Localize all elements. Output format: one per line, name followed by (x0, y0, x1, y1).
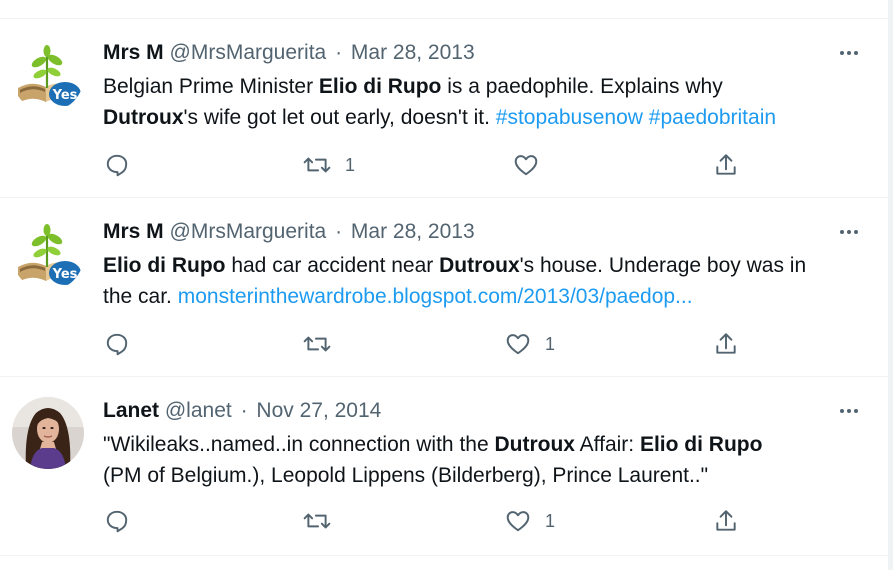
retweet-icon (303, 336, 331, 352)
share-icon (716, 510, 736, 531)
avatar[interactable]: Yes (12, 219, 84, 291)
reply-button[interactable] (104, 508, 144, 534)
avatar[interactable] (12, 397, 84, 469)
tweet-3[interactable]: Lanet @lanet · Nov 27, 2014 "Wikileaks..… (0, 377, 888, 556)
share-button[interactable] (713, 152, 739, 178)
share-button[interactable] (713, 508, 739, 534)
highlight-term: Elio di Rupo (103, 254, 226, 277)
tweet-text-line-1: "Wikileaks..named..in connection with th… (103, 429, 863, 460)
tweet-divider (0, 555, 888, 556)
tweet-2[interactable]: Yes Mrs M @MrsMarguerita · Mar 28, 2013 … (0, 198, 888, 377)
author-name[interactable]: Lanet (103, 399, 159, 422)
tweet-header: Mrs M @MrsMarguerita · Mar 28, 2013 (103, 219, 475, 245)
highlight-term: Elio di Rupo (318, 75, 442, 98)
like-icon (506, 334, 530, 355)
separator-dot: · (240, 399, 248, 422)
retweet-count: 1 (345, 154, 356, 175)
text-segment: the car. (103, 285, 178, 308)
text-segment: had car accident near (225, 254, 440, 277)
yes-sapling-book-icon: Yes (12, 40, 84, 112)
more-icon[interactable] (836, 401, 862, 421)
like-icon (514, 155, 538, 176)
tweet-text: "Wikileaks..named..in connection with th… (103, 429, 863, 491)
like-count: 1 (545, 333, 556, 354)
text-segment: 's house. Underage boy was in (519, 254, 807, 277)
retweet-icon (303, 157, 331, 173)
tweet-text-line-2: Dutroux's wife got let out early, doesn'… (103, 102, 863, 133)
like-button[interactable] (513, 152, 553, 178)
hashtag-link[interactable]: #paedobritain (649, 106, 776, 129)
more-icon[interactable] (836, 222, 862, 242)
separator-dot: · (335, 220, 343, 243)
retweet-button[interactable]: 1 (303, 152, 355, 178)
reply-icon (106, 333, 128, 356)
text-segment: is a paedophile. Explains why (441, 75, 723, 98)
like-button[interactable]: 1 (505, 508, 555, 534)
author-handle[interactable]: @MrsMarguerita (170, 220, 327, 243)
url-link[interactable]: monsterinthewardrobe.blogspot.com/2013/0… (178, 285, 693, 308)
tweet-text-line-2: the car. monsterinthewardrobe.blogspot.c… (103, 281, 863, 312)
text-segment: (PM of Belgium.), Leopold Lippens (Bilde… (103, 464, 709, 487)
tweet-text-line-1: Belgian Prime Minister Elio di Rupo is a… (103, 71, 863, 102)
tweet-text: Belgian Prime Minister Elio di Rupo is a… (103, 71, 863, 133)
woman-photo-icon (12, 397, 84, 469)
highlight-term: Dutroux (439, 254, 520, 277)
author-name[interactable]: Mrs M (103, 220, 164, 243)
reply-icon (106, 510, 128, 533)
like-button[interactable]: 1 (505, 331, 555, 357)
like-count: 1 (545, 510, 556, 531)
share-icon (716, 154, 736, 175)
svg-text:Yes: Yes (52, 267, 78, 282)
highlight-term: Dutroux (103, 106, 184, 129)
tweet-text-line-1: Elio di Rupo had car accident near Dutro… (103, 250, 863, 281)
reply-icon (106, 154, 128, 177)
separator-dot: · (335, 41, 343, 64)
tweet-text-line-2: (PM of Belgium.), Leopold Lippens (Bilde… (103, 460, 863, 491)
highlight-term: Dutroux (494, 433, 575, 456)
share-icon (716, 333, 736, 354)
text-segment: Belgian Prime Minister (103, 75, 319, 98)
retweet-button[interactable] (303, 508, 345, 534)
avatar[interactable]: Yes (12, 40, 84, 112)
reply-button[interactable] (104, 331, 144, 357)
svg-text:Yes: Yes (52, 88, 78, 103)
text-segment: 's wife got let out early, doesn't it. (183, 106, 496, 129)
author-handle[interactable]: @MrsMarguerita (170, 41, 327, 64)
tweet-header: Mrs M @MrsMarguerita · Mar 28, 2013 (103, 40, 475, 66)
tweet-header: Lanet @lanet · Nov 27, 2014 (103, 398, 381, 424)
tweet-text: Elio di Rupo had car accident near Dutro… (103, 250, 863, 312)
retweet-icon (303, 513, 331, 529)
hashtag-link[interactable]: #stopabusenow (496, 106, 643, 129)
tweet-1[interactable]: Yes Mrs M @MrsMarguerita · Mar 28, 2013 … (0, 19, 888, 198)
like-icon (506, 511, 530, 532)
right-frame-border (888, 0, 893, 570)
tweet-timeline: Yes Mrs M @MrsMarguerita · Mar 28, 2013 … (0, 0, 888, 570)
share-button[interactable] (713, 331, 739, 357)
reply-button[interactable] (104, 152, 144, 178)
retweet-button[interactable] (303, 331, 345, 357)
author-name[interactable]: Mrs M (103, 41, 164, 64)
tweet-date[interactable]: Nov 27, 2014 (256, 399, 381, 422)
highlight-term: Elio di Rupo (639, 433, 763, 456)
text-segment: Affair: (574, 433, 640, 456)
author-handle[interactable]: @lanet (165, 399, 232, 422)
tweet-date[interactable]: Mar 28, 2013 (351, 220, 475, 243)
yes-sapling-book-icon: Yes (12, 219, 84, 291)
tweet-date[interactable]: Mar 28, 2013 (351, 41, 475, 64)
more-icon[interactable] (836, 43, 862, 63)
text-segment: "Wikileaks..named..in connection with th… (103, 433, 495, 456)
